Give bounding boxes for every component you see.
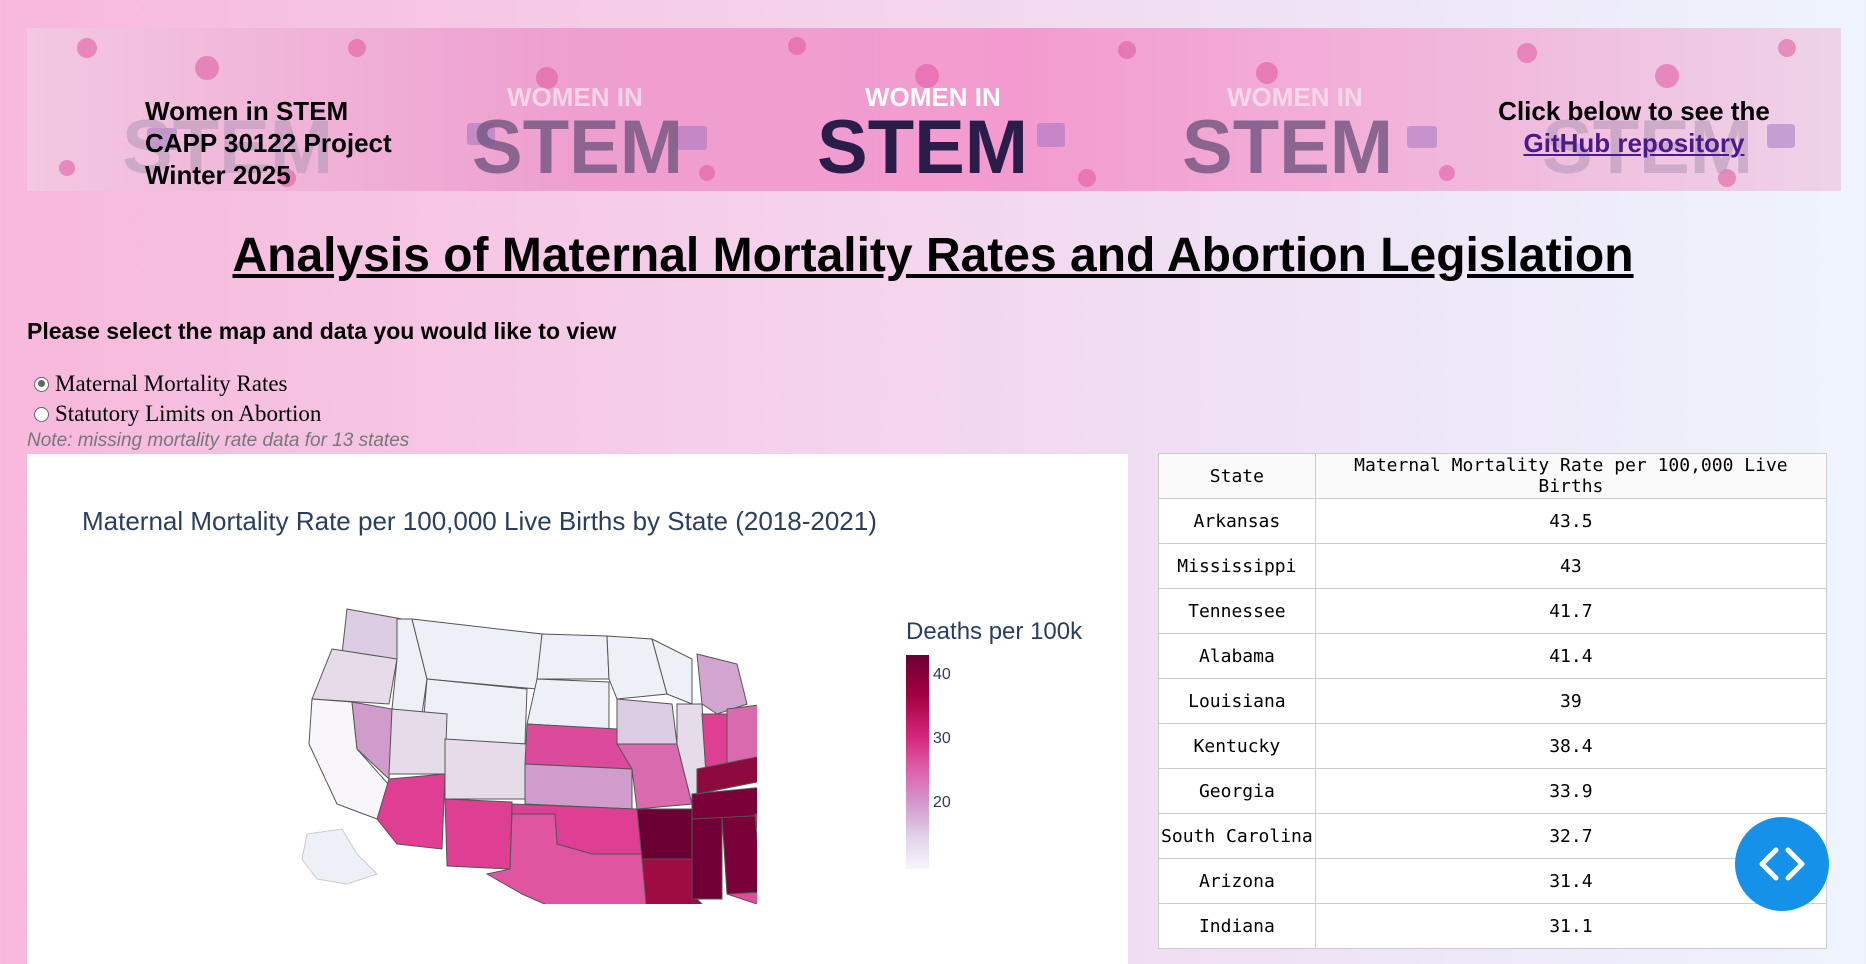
mortality-table: State Maternal Mortality Rate per 100,00… xyxy=(1158,453,1828,949)
colorbar xyxy=(906,655,929,869)
map-title: Maternal Mortality Rate per 100,000 Live… xyxy=(82,506,877,536)
state-alaska xyxy=(301,828,378,885)
cell-rate[interactable]: 43 xyxy=(1314,543,1828,589)
column-header-state[interactable]: State xyxy=(1158,453,1316,499)
radio-maternal-mortality[interactable]: Maternal Mortality Rates xyxy=(34,369,321,399)
state-arizona xyxy=(376,773,446,850)
state-iowa xyxy=(616,698,678,745)
state-alabama xyxy=(721,813,757,895)
table-row: South Carolina 32.7 xyxy=(1158,813,1828,859)
github-callout-text: Click below to see the xyxy=(1498,96,1770,126)
colorbar-title: Deaths per 100k xyxy=(906,618,1083,645)
state-colorado xyxy=(444,738,528,800)
code-brackets-icon xyxy=(1759,847,1805,881)
table-row: Tennessee 41.7 xyxy=(1158,588,1828,634)
cell-state[interactable]: South Carolina xyxy=(1158,813,1316,859)
state-nebraska xyxy=(524,723,633,770)
table-row: Alabama 41.4 xyxy=(1158,633,1828,679)
github-callout: Click below to see the GitHub repository xyxy=(1484,95,1784,159)
cell-state[interactable]: Kentucky xyxy=(1158,723,1316,769)
colorbar-tick: 20 xyxy=(933,794,951,811)
state-mississippi xyxy=(691,815,723,900)
data-note: Note: missing mortality rate data for 13… xyxy=(27,430,410,451)
radio-button-checked[interactable] xyxy=(34,376,49,392)
radio-label[interactable]: Statutory Limits on Abortion xyxy=(55,401,321,427)
page-title: Analysis of Maternal Mortality Rates and… xyxy=(232,229,1634,282)
state-montana xyxy=(411,618,543,690)
table-header-row: State Maternal Mortality Rate per 100,00… xyxy=(1158,453,1828,499)
code-toggle-button[interactable] xyxy=(1735,817,1829,911)
map-selector: Maternal Mortality Rates Statutory Limit… xyxy=(34,369,321,429)
state-arkansas xyxy=(636,808,693,860)
choropleth-map-panel[interactable]: Maternal Mortality Rate per 100,000 Live… xyxy=(27,454,1128,964)
table-row: Georgia 33.9 xyxy=(1158,768,1828,814)
cell-rate[interactable]: 41.4 xyxy=(1314,633,1828,679)
colorbar-tick: 30 xyxy=(933,730,951,747)
header-banner: WOMEN IN STEM WOMEN IN STEM WOMEN IN STE… xyxy=(27,28,1841,191)
cell-state[interactable]: Alabama xyxy=(1158,633,1316,679)
project-line-2: CAPP 30122 Project xyxy=(145,128,392,158)
svg-text:STEM: STEM xyxy=(472,105,683,190)
cell-rate[interactable]: 41.7 xyxy=(1314,588,1828,634)
cell-state[interactable]: Tennessee xyxy=(1158,588,1316,634)
github-repo-link[interactable]: GitHub repository xyxy=(1523,128,1744,158)
table-row: Arizona 31.4 xyxy=(1158,858,1828,904)
table-row: Indiana 31.1 xyxy=(1158,903,1828,949)
state-oregon xyxy=(311,648,398,705)
cell-rate[interactable]: 39 xyxy=(1314,678,1828,724)
state-southdakota xyxy=(526,678,610,730)
selection-prompt: Please select the map and data you would… xyxy=(27,318,617,344)
cell-rate[interactable]: 43.5 xyxy=(1314,498,1828,544)
project-info: Women in STEM CAPP 30122 Project Winter … xyxy=(145,95,392,191)
cell-state[interactable]: Arizona xyxy=(1158,858,1316,904)
radio-button-unchecked[interactable] xyxy=(34,406,49,422)
table-row: Louisiana 39 xyxy=(1158,678,1828,724)
table-row: Arkansas 43.5 xyxy=(1158,498,1828,544)
table-row: Kentucky 38.4 xyxy=(1158,723,1828,769)
state-utah xyxy=(388,708,448,775)
state-kansas xyxy=(524,763,633,810)
state-michigan xyxy=(696,653,748,715)
svg-text:STEM: STEM xyxy=(817,105,1028,190)
us-choropleth-map[interactable] xyxy=(297,604,757,904)
table-row: Mississippi 43 xyxy=(1158,543,1828,589)
radio-statutory-limits[interactable]: Statutory Limits on Abortion xyxy=(34,399,321,429)
project-line-1: Women in STEM xyxy=(145,96,349,126)
cell-rate[interactable]: 31.1 xyxy=(1314,903,1828,949)
cell-state[interactable]: Arkansas xyxy=(1158,498,1316,544)
cell-state[interactable]: Indiana xyxy=(1158,903,1316,949)
cell-rate[interactable]: 33.9 xyxy=(1314,768,1828,814)
state-newmexico xyxy=(444,798,513,870)
cell-state[interactable]: Louisiana xyxy=(1158,678,1316,724)
colorbar-tick: 40 xyxy=(933,666,951,683)
cell-state[interactable]: Mississippi xyxy=(1158,543,1316,589)
svg-text:STEM: STEM xyxy=(1182,105,1393,190)
radio-label[interactable]: Maternal Mortality Rates xyxy=(55,371,288,397)
project-line-3: Winter 2025 xyxy=(145,160,291,190)
cell-state[interactable]: Georgia xyxy=(1158,768,1316,814)
state-northdakota xyxy=(536,633,610,680)
cell-rate[interactable]: 38.4 xyxy=(1314,723,1828,769)
column-header-rate[interactable]: Maternal Mortality Rate per 100,000 Live… xyxy=(1314,453,1828,499)
